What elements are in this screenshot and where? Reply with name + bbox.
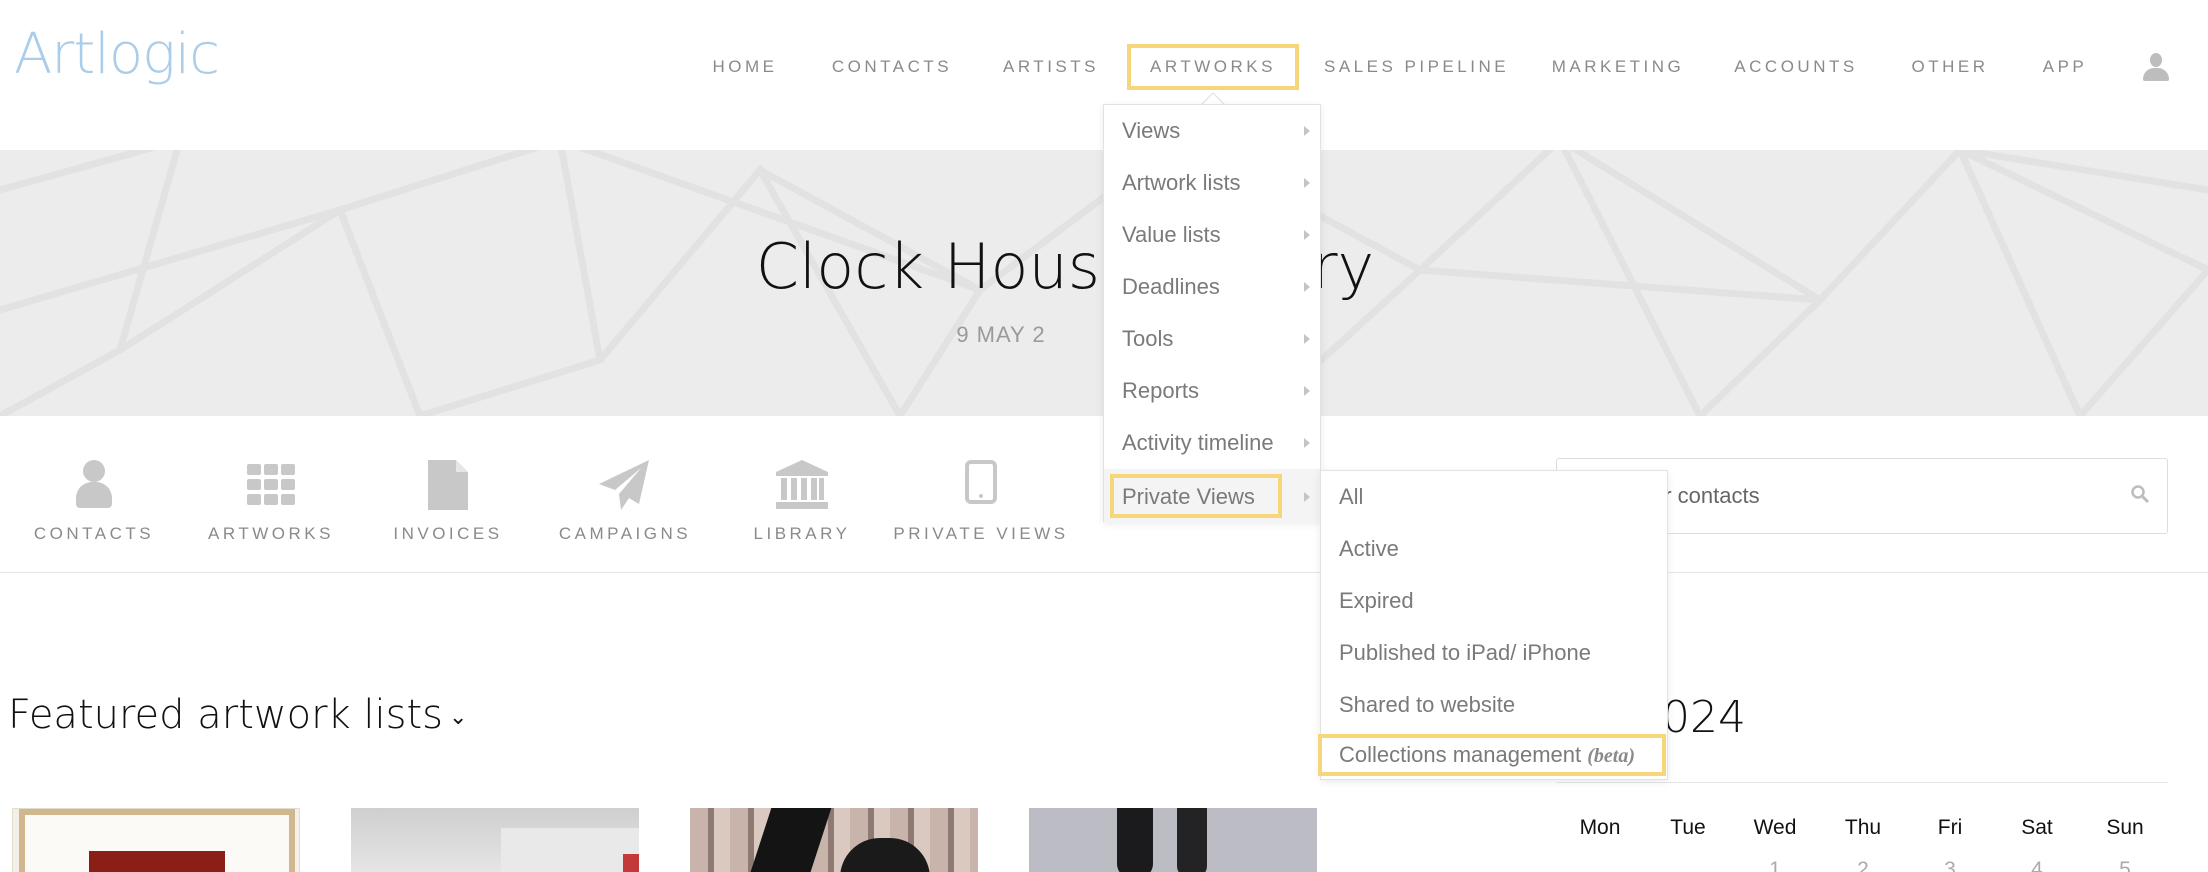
menu-item-deadlines[interactable]: Deadlines (1104, 261, 1320, 313)
quick-library[interactable]: LIBRARY (712, 460, 892, 544)
chevron-right-icon (1304, 282, 1310, 292)
quick-private-views[interactable]: PRIVATE VIEWS (891, 460, 1071, 544)
menu-item-activity-timeline[interactable]: Activity timeline (1104, 417, 1320, 469)
chevron-right-icon (1304, 438, 1310, 448)
submenu-item-published-ipad[interactable]: Published to iPad/ iPhone (1321, 627, 1667, 679)
chevron-right-icon (1304, 386, 1310, 396)
calendar-day[interactable]: 4 (2007, 858, 2067, 872)
submenu-item-shared-website[interactable]: Shared to website (1321, 679, 1667, 731)
chevron-right-icon (1304, 126, 1310, 136)
calendar-day-header: Wed (1753, 816, 1797, 839)
library-icon (772, 460, 832, 510)
nav-home[interactable]: HOME (704, 44, 786, 90)
artwork-list-thumbnail[interactable] (1029, 808, 1317, 872)
artlogic-logo[interactable]: Artlogic (14, 22, 220, 87)
nav-app[interactable]: APP (2040, 44, 2090, 90)
user-icon[interactable] (2143, 53, 2169, 83)
chevron-right-icon (1304, 334, 1310, 344)
dropdown-caret (1201, 92, 1225, 104)
calendar-day[interactable]: 2 (1833, 858, 1893, 872)
person-icon (64, 460, 124, 510)
calendar-day[interactable]: 3 (1920, 858, 1980, 872)
nav-marketing[interactable]: MARKETING (1550, 44, 1686, 90)
nav-accounts[interactable]: ACCOUNTS (1734, 44, 1858, 90)
highlight-collections-management (1318, 734, 1666, 776)
artworks-dropdown-menu: Views Artwork lists Value lists Deadline… (1103, 104, 1321, 523)
calendar-divider (1556, 782, 2168, 783)
calendar-day-header: Sun (2106, 816, 2144, 839)
artwork-list-thumbnail[interactable] (12, 808, 300, 872)
calendar-day[interactable]: 5 (2095, 858, 2155, 872)
artwork-list-thumbnail[interactable] (351, 808, 639, 872)
document-icon (418, 460, 478, 510)
menu-item-artwork-lists[interactable]: Artwork lists (1104, 157, 1320, 209)
submenu-item-expired[interactable]: Expired (1321, 575, 1667, 627)
nav-artworks[interactable]: ARTWORKS (1127, 44, 1299, 90)
quick-invoices[interactable]: INVOICES (358, 460, 538, 544)
quick-campaigns[interactable]: CAMPAIGNS (535, 460, 715, 544)
calendar-day-header: Sat (2021, 816, 2053, 839)
calendar-day-header: Fri (1937, 816, 1963, 839)
calendar-day[interactable]: 1 (1745, 858, 1805, 872)
menu-item-reports[interactable]: Reports (1104, 365, 1320, 417)
tablet-icon (951, 460, 1011, 510)
nav-sales-pipeline[interactable]: SALES PIPELINE (1324, 44, 1506, 90)
artwork-list-thumbnail[interactable] (690, 808, 978, 872)
menu-item-value-lists[interactable]: Value lists (1104, 209, 1320, 261)
menu-item-views[interactable]: Views (1104, 105, 1320, 157)
calendar-day-header: Thu (1844, 816, 1882, 839)
chevron-right-icon (1304, 492, 1310, 502)
quick-artworks[interactable]: ARTWORKS (181, 460, 361, 544)
calendar-month-year: 024 (1662, 692, 1746, 743)
paper-plane-icon (595, 460, 655, 510)
highlight-private-views (1110, 474, 1282, 518)
grid-icon (241, 460, 301, 510)
calendar-day-header: Tue (1670, 816, 1706, 839)
submenu-item-active[interactable]: Active (1321, 523, 1667, 575)
calendar-day-header: Mon (1579, 816, 1621, 839)
search-icon[interactable] (2131, 485, 2149, 503)
chevron-right-icon (1304, 178, 1310, 188)
nav-artists[interactable]: ARTISTS (998, 44, 1104, 90)
quick-contacts[interactable]: CONTACTS (4, 460, 184, 544)
nav-other[interactable]: OTHER (1910, 44, 1990, 90)
featured-artwork-lists-heading[interactable]: Featured artwork lists ⌄ (8, 692, 467, 738)
nav-contacts[interactable]: CONTACTS (824, 44, 960, 90)
submenu-item-all[interactable]: All (1321, 471, 1667, 523)
chevron-down-icon[interactable]: ⌄ (449, 705, 467, 730)
chevron-right-icon (1304, 230, 1310, 240)
menu-item-tools[interactable]: Tools (1104, 313, 1320, 365)
